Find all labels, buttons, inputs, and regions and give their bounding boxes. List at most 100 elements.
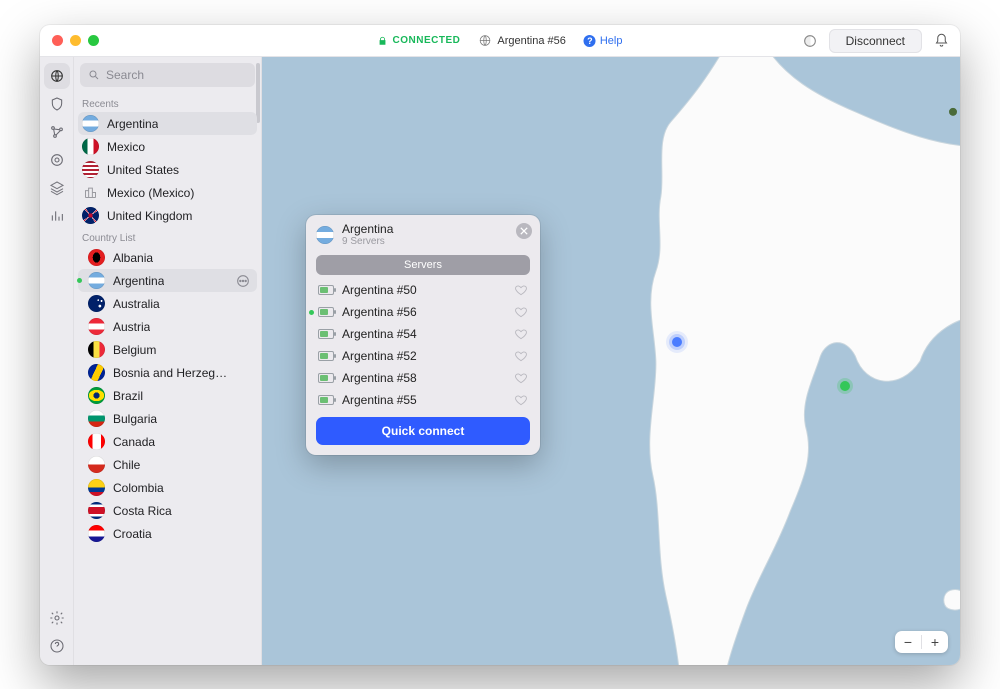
- row-label: Chile: [113, 458, 140, 472]
- moon-icon: [802, 33, 818, 49]
- status-label: CONNECTED: [393, 35, 461, 46]
- row-label: Colombia: [113, 481, 164, 495]
- load-icon: [318, 395, 334, 405]
- recent-row-united-states[interactable]: United States: [78, 158, 257, 181]
- flag-icon: [88, 410, 105, 427]
- help-link[interactable]: ? Help: [584, 35, 623, 47]
- mesh-icon: [49, 124, 65, 140]
- country-row-canada[interactable]: Canada: [78, 430, 257, 453]
- flag-icon: [88, 502, 105, 519]
- load-icon: [318, 307, 334, 317]
- search-icon: [88, 69, 100, 81]
- nav-countries[interactable]: [44, 63, 70, 89]
- popover-title: Argentina: [342, 223, 393, 236]
- nav-mesh[interactable]: [44, 119, 70, 145]
- search-input[interactable]: Search: [80, 63, 255, 87]
- favorite-icon[interactable]: [514, 371, 528, 385]
- server-label: Argentina #56: [342, 305, 417, 319]
- map-marker-chile[interactable]: [672, 337, 682, 347]
- country-row-croatia[interactable]: Croatia: [78, 522, 257, 545]
- favorite-icon[interactable]: [514, 283, 528, 297]
- stats-icon: [49, 208, 65, 224]
- favorite-icon[interactable]: [514, 349, 528, 363]
- quick-connect-button[interactable]: Quick connect: [316, 417, 530, 445]
- country-row-albania[interactable]: Albania: [78, 246, 257, 269]
- country-row-chile[interactable]: Chile: [78, 453, 257, 476]
- recent-row-mexico-mexico-[interactable]: Mexico (Mexico): [78, 181, 257, 204]
- app-window: CONNECTED Argentina #56 ? Help Disconnec…: [40, 25, 960, 665]
- flag-icon: [82, 115, 99, 132]
- fullscreen-window-button[interactable]: [88, 35, 99, 46]
- nav-shield[interactable]: [44, 91, 70, 117]
- help-icon: ?: [584, 35, 596, 47]
- favorite-icon[interactable]: [514, 393, 528, 407]
- zoom-in-button[interactable]: +: [922, 631, 948, 653]
- disconnect-button[interactable]: Disconnect: [829, 29, 922, 53]
- server-row[interactable]: Argentina #52: [310, 345, 536, 367]
- sidebar: Search RecentsArgentinaMexicoUnited Stat…: [74, 57, 262, 665]
- country-row-bosnia-and-herzeg-[interactable]: Bosnia and Herzeg…: [78, 361, 257, 384]
- more-icon[interactable]: [235, 273, 251, 289]
- flag-icon: [88, 433, 105, 450]
- country-row-colombia[interactable]: Colombia: [78, 476, 257, 499]
- nav-stats[interactable]: [44, 203, 70, 229]
- flag-icon: [316, 226, 334, 244]
- zoom-out-button[interactable]: −: [895, 631, 921, 653]
- recent-row-argentina[interactable]: Argentina: [78, 112, 257, 135]
- flag-icon: [88, 295, 105, 312]
- section-country-list: Country List: [78, 227, 257, 246]
- nav-settings[interactable]: [44, 605, 70, 631]
- recent-row-united-kingdom[interactable]: United Kingdom: [78, 204, 257, 227]
- row-label: Argentina: [113, 274, 164, 288]
- server-row[interactable]: Argentina #55: [310, 389, 536, 411]
- flag-icon: [88, 525, 105, 542]
- nav-support[interactable]: [44, 633, 70, 659]
- favorite-icon[interactable]: [514, 305, 528, 319]
- server-row[interactable]: Argentina #50: [310, 279, 536, 301]
- nav-presets[interactable]: [44, 175, 70, 201]
- popover-tab-servers[interactable]: Servers: [316, 255, 530, 275]
- country-row-austria[interactable]: Austria: [78, 315, 257, 338]
- server-label: Argentina #58: [342, 371, 417, 385]
- favorite-icon[interactable]: [514, 327, 528, 341]
- bell-icon: [934, 33, 949, 48]
- popover-close-button[interactable]: [516, 223, 532, 239]
- close-window-button[interactable]: [52, 35, 63, 46]
- flag-icon: [88, 341, 105, 358]
- target-icon: [49, 152, 65, 168]
- search-placeholder: Search: [106, 68, 144, 82]
- country-row-australia[interactable]: Australia: [78, 292, 257, 315]
- sidebar-scrollbar[interactable]: [256, 63, 260, 123]
- globe-icon: [478, 34, 491, 47]
- notifications-button[interactable]: [930, 30, 952, 52]
- current-server[interactable]: Argentina #56: [478, 34, 566, 47]
- row-label: Croatia: [113, 527, 152, 541]
- help-label: Help: [600, 35, 623, 47]
- row-label: Mexico (Mexico): [107, 186, 194, 200]
- server-row[interactable]: Argentina #56: [310, 301, 536, 323]
- recent-row-mexico[interactable]: Mexico: [78, 135, 257, 158]
- appearance-toggle[interactable]: [799, 30, 821, 52]
- window-controls: [52, 35, 99, 46]
- country-row-costa-rica[interactable]: Costa Rica: [78, 499, 257, 522]
- nav-specialty[interactable]: [44, 147, 70, 173]
- server-row[interactable]: Argentina #58: [310, 367, 536, 389]
- close-icon: [520, 227, 528, 235]
- nav-rail: [40, 57, 74, 665]
- map-marker-argentina[interactable]: [840, 381, 850, 391]
- server-row[interactable]: Argentina #54: [310, 323, 536, 345]
- row-label: Costa Rica: [113, 504, 172, 518]
- country-row-brazil[interactable]: Brazil: [78, 384, 257, 407]
- minimize-window-button[interactable]: [70, 35, 81, 46]
- flag-icon: [82, 161, 99, 178]
- connected-indicator: [77, 278, 82, 283]
- flag-icon: [88, 387, 105, 404]
- row-label: United Kingdom: [107, 209, 192, 223]
- city-icon: [82, 184, 99, 201]
- server-label: Argentina #56: [497, 35, 566, 47]
- load-icon: [318, 329, 334, 339]
- country-row-bulgaria[interactable]: Bulgaria: [78, 407, 257, 430]
- lock-icon: [378, 36, 388, 46]
- country-row-argentina[interactable]: Argentina: [78, 269, 257, 292]
- country-row-belgium[interactable]: Belgium: [78, 338, 257, 361]
